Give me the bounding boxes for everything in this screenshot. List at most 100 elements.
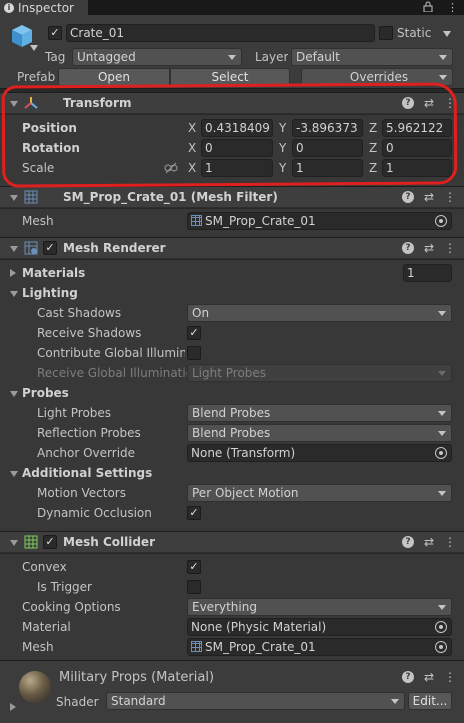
mesh-asset-icon	[191, 215, 202, 226]
prefab-open-button[interactable]: Open	[58, 68, 170, 86]
mesh-collider-title: Mesh Collider	[63, 535, 155, 549]
additional-settings-foldout-icon[interactable]	[10, 471, 18, 477]
presets-icon[interactable]: ⇄	[424, 535, 434, 549]
materials-count-input[interactable]: 1	[403, 264, 452, 282]
transform-header[interactable]: Transform ? ⇄ ⋮	[0, 92, 464, 114]
probes-foldout-icon[interactable]	[10, 391, 18, 397]
position-z-input[interactable]: 5.962122	[382, 119, 452, 137]
component-menu-icon[interactable]: ⋮	[444, 96, 456, 110]
presets-icon[interactable]: ⇄	[424, 670, 434, 684]
rotation-y-input[interactable]: 0	[292, 139, 363, 157]
layer-dropdown[interactable]: Default	[291, 48, 453, 66]
component-menu-icon[interactable]: ⋮	[444, 535, 456, 549]
help-icon[interactable]: ?	[401, 191, 414, 203]
active-checkbox[interactable]: ✓	[48, 26, 62, 40]
chevron-down-icon	[438, 605, 446, 610]
lighting-foldout-icon[interactable]	[10, 291, 18, 297]
motion-vectors-value: Per Object Motion	[192, 486, 299, 500]
reflection-probes-label: Reflection Probes	[37, 426, 141, 440]
prefab-overrides-dropdown[interactable]: Overrides	[301, 68, 453, 86]
receive-gi-dropdown: Light Probes	[187, 364, 452, 382]
mesh-filter-header[interactable]: SM_Prop_Crate_01 (Mesh Filter) ? ⇄ ⋮	[0, 186, 464, 208]
mesh-filter-title: SM_Prop_Crate_01 (Mesh Filter)	[63, 190, 278, 204]
help-icon[interactable]: ?	[401, 242, 414, 254]
foldout-arrow-icon[interactable]	[10, 246, 18, 252]
position-label: Position	[22, 121, 77, 135]
collider-mesh-label: Mesh	[22, 640, 54, 654]
position-x-input[interactable]: 0.4318409	[201, 119, 273, 137]
constrain-proportions-icon[interactable]	[164, 162, 178, 177]
static-dropdown-icon[interactable]	[443, 31, 451, 37]
material-label: Material	[22, 620, 71, 634]
anchor-override-field[interactable]: None (Transform)	[187, 444, 452, 462]
reflection-probes-dropdown[interactable]: Blend Probes	[187, 424, 452, 442]
convex-checkbox[interactable]: ✓	[187, 560, 201, 574]
cast-shadows-dropdown[interactable]: On	[187, 304, 452, 322]
info-icon: i	[4, 2, 14, 13]
motion-vectors-dropdown[interactable]: Per Object Motion	[187, 484, 452, 502]
tab-inspector-label: Inspector	[18, 0, 74, 15]
presets-icon[interactable]: ⇄	[424, 241, 434, 255]
foldout-arrow-icon[interactable]	[10, 195, 18, 201]
rotation-z-input[interactable]: 0	[382, 139, 452, 157]
scale-y-input[interactable]: 1	[292, 159, 363, 177]
tab-bar: i Inspector ⋮	[0, 0, 464, 15]
cast-shadows-value: On	[192, 306, 210, 320]
component-menu-icon[interactable]: ⋮	[444, 241, 456, 255]
material-foldout-icon[interactable]	[10, 703, 16, 711]
scale-y-label: Y	[279, 161, 287, 175]
receive-shadows-checkbox[interactable]: ✓	[187, 326, 201, 340]
light-probes-dropdown[interactable]: Blend Probes	[187, 404, 452, 422]
component-menu-icon[interactable]: ⋮	[444, 190, 456, 204]
shader-dropdown[interactable]: Standard	[106, 692, 405, 710]
collider-mesh-field[interactable]: SM_Prop_Crate_01	[187, 638, 452, 656]
materials-foldout-icon[interactable]	[10, 269, 16, 277]
dynamic-occlusion-checkbox[interactable]: ✓	[187, 506, 201, 520]
mesh-collider-header[interactable]: ✓ Mesh Collider ? ⇄ ⋮	[0, 531, 464, 553]
component-menu-icon[interactable]: ⋮	[444, 670, 456, 684]
scale-x-input[interactable]: 1	[201, 159, 273, 177]
scale-label: Scale	[22, 161, 55, 175]
tab-inspector[interactable]: i Inspector	[0, 0, 88, 15]
position-x-label: X	[188, 121, 197, 135]
help-icon[interactable]: ?	[401, 97, 414, 109]
object-header: ✓ Crate_01 Static Tag Untagged Layer Def…	[0, 15, 464, 89]
lock-icon[interactable]	[423, 1, 433, 15]
prefab-select-button[interactable]: Select	[170, 68, 290, 86]
static-checkbox[interactable]	[379, 26, 393, 40]
help-icon[interactable]: ?	[401, 671, 414, 683]
presets-icon[interactable]: ⇄	[424, 190, 434, 204]
mesh-renderer-enabled-checkbox[interactable]: ✓	[43, 241, 57, 255]
shader-label: Shader	[56, 695, 99, 709]
is-trigger-checkbox[interactable]	[187, 580, 201, 594]
foldout-arrow-icon[interactable]	[10, 101, 18, 107]
contribute-gi-checkbox[interactable]	[187, 346, 201, 360]
is-trigger-label: Is Trigger	[37, 580, 92, 594]
transform-body: Position X 0.4318409 Y -3.896373 Z 5.962…	[0, 115, 464, 188]
rotation-x-input[interactable]: 0	[201, 139, 273, 157]
position-y-input[interactable]: -3.896373	[292, 119, 363, 137]
cooking-options-value: Everything	[192, 600, 257, 614]
scale-z-input[interactable]: 1	[382, 159, 452, 177]
shader-edit-button[interactable]: Edit...	[408, 692, 452, 710]
material-title: Military Props (Material)	[59, 670, 215, 685]
object-picker-icon[interactable]	[435, 641, 447, 653]
mesh-collider-enabled-checkbox[interactable]: ✓	[43, 535, 57, 549]
scale-z-label: Z	[369, 161, 378, 175]
presets-icon[interactable]: ⇄	[424, 96, 434, 110]
object-picker-icon[interactable]	[435, 621, 447, 633]
help-icon[interactable]: ?	[401, 536, 414, 548]
mesh-renderer-header[interactable]: ✓ Mesh Renderer ? ⇄ ⋮	[0, 237, 464, 259]
object-picker-icon[interactable]	[435, 447, 447, 459]
object-picker-icon[interactable]	[435, 215, 447, 227]
tag-dropdown[interactable]: Untagged	[72, 48, 242, 66]
more-options-icon[interactable]: ⋮	[447, 1, 458, 14]
material-section: Military Props (Material) ? ⇄ ⋮ Shader S…	[0, 661, 464, 723]
mesh-renderer-body: Materials 1 Lighting Cast Shadows On Rec…	[0, 260, 464, 534]
object-name-input[interactable]: Crate_01	[66, 24, 375, 42]
icon-dropdown-arrow-icon[interactable]	[30, 45, 38, 51]
mesh-filter-mesh-field[interactable]: SM_Prop_Crate_01	[187, 212, 452, 230]
foldout-arrow-icon[interactable]	[10, 540, 18, 546]
physic-material-field[interactable]: None (Physic Material)	[187, 618, 452, 636]
cooking-options-dropdown[interactable]: Everything	[187, 598, 452, 616]
